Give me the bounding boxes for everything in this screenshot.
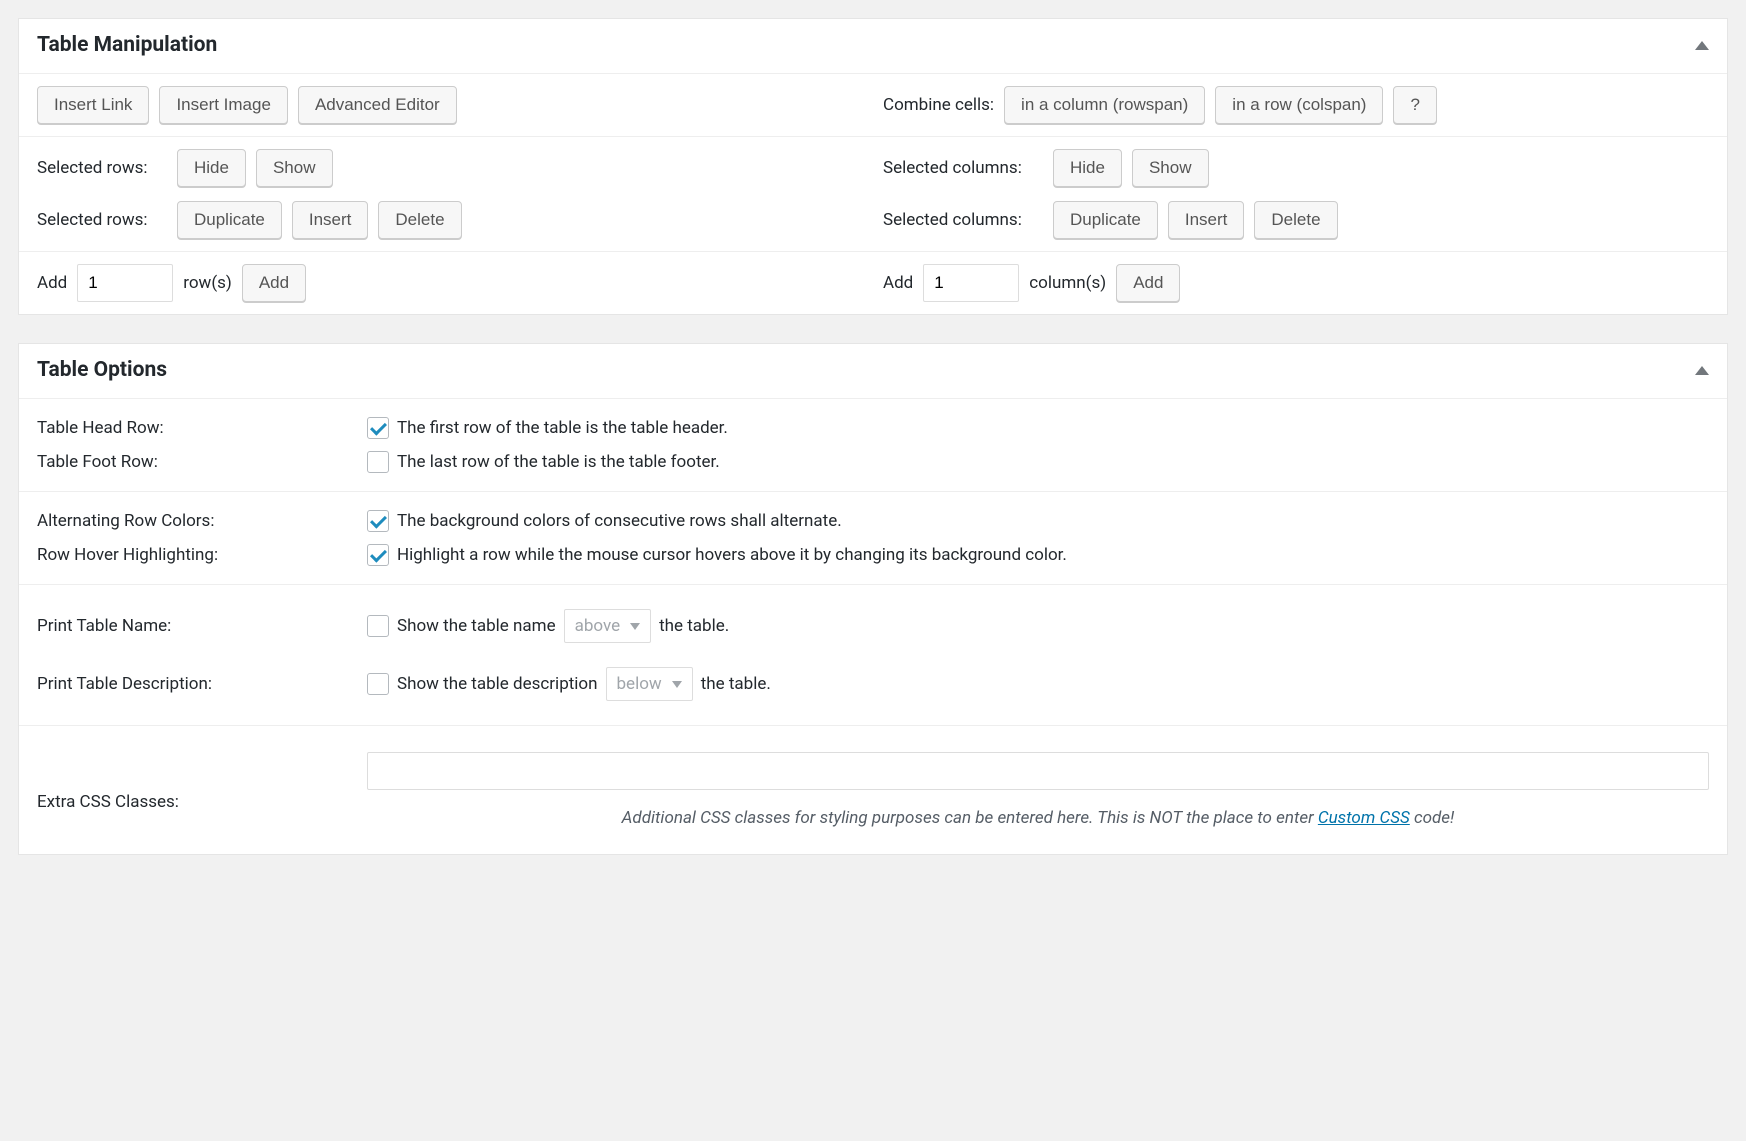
- rows-hide-button[interactable]: Hide: [177, 149, 246, 187]
- row-hover-highlighting-desc: Highlight a row while the mouse cursor h…: [397, 545, 1067, 565]
- print-table-name-select[interactable]: above: [564, 609, 652, 643]
- extra-css-note-post: code!: [1410, 808, 1455, 828]
- rows-insert-button[interactable]: Insert: [292, 201, 369, 239]
- print-table-description-label: Print Table Description:: [37, 674, 367, 694]
- add-columns-input[interactable]: [923, 264, 1019, 302]
- row-hover-highlighting-checkbox[interactable]: [367, 544, 389, 566]
- rows-delete-button[interactable]: Delete: [378, 201, 461, 239]
- table-options-panel: Table Options Table Head Row: The first …: [18, 343, 1728, 855]
- alternating-row-colors-checkbox[interactable]: [367, 510, 389, 532]
- insert-link-button[interactable]: Insert Link: [37, 86, 149, 124]
- table-manipulation-title: Table Manipulation: [37, 33, 217, 57]
- add-columns-button[interactable]: Add: [1116, 264, 1180, 302]
- selected-columns-actions-label: Selected columns:: [883, 210, 1043, 230]
- table-head-row-desc: The first row of the table is the table …: [397, 418, 728, 438]
- extra-css-classes-input[interactable]: [367, 752, 1709, 790]
- print-table-name-label: Print Table Name:: [37, 616, 367, 636]
- print-table-description-select[interactable]: below: [606, 667, 693, 701]
- insert-image-button[interactable]: Insert Image: [159, 86, 288, 124]
- alternating-row-colors-desc: The background colors of consecutive row…: [397, 511, 842, 531]
- chevron-down-icon: [672, 681, 682, 688]
- table-foot-row-label: Table Foot Row:: [37, 452, 367, 472]
- extra-css-note-pre: Additional CSS classes for styling purpo…: [622, 808, 1318, 828]
- selected-rows-visibility-label: Selected rows:: [37, 158, 167, 178]
- columns-hide-button[interactable]: Hide: [1053, 149, 1122, 187]
- selected-rows-actions-label: Selected rows:: [37, 210, 167, 230]
- print-table-description-select-value: below: [617, 674, 662, 694]
- rows-show-button[interactable]: Show: [256, 149, 333, 187]
- print-table-name-checkbox[interactable]: [367, 615, 389, 637]
- alternating-row-colors-label: Alternating Row Colors:: [37, 511, 367, 531]
- columns-suffix-label: column(s): [1029, 273, 1106, 293]
- columns-delete-button[interactable]: Delete: [1254, 201, 1337, 239]
- combine-help-button[interactable]: ?: [1393, 86, 1436, 124]
- collapse-icon: [1695, 41, 1709, 50]
- print-table-name-post: the table.: [659, 616, 729, 636]
- combine-cells-label: Combine cells:: [883, 95, 994, 115]
- table-manipulation-panel: Table Manipulation Insert Link Insert Im…: [18, 18, 1728, 315]
- add-columns-label: Add: [883, 273, 913, 293]
- table-options-header[interactable]: Table Options: [19, 344, 1727, 399]
- chevron-down-icon: [630, 623, 640, 630]
- table-manipulation-header[interactable]: Table Manipulation: [19, 19, 1727, 74]
- selected-columns-visibility-label: Selected columns:: [883, 158, 1043, 178]
- table-head-row-checkbox[interactable]: [367, 417, 389, 439]
- extra-css-classes-note: Additional CSS classes for styling purpo…: [622, 808, 1455, 828]
- columns-duplicate-button[interactable]: Duplicate: [1053, 201, 1158, 239]
- rows-duplicate-button[interactable]: Duplicate: [177, 201, 282, 239]
- table-foot-row-desc: The last row of the table is the table f…: [397, 452, 720, 472]
- add-rows-input[interactable]: [77, 264, 173, 302]
- table-options-title: Table Options: [37, 358, 167, 382]
- print-table-description-pre: Show the table description: [397, 674, 598, 694]
- rows-suffix-label: row(s): [183, 273, 232, 293]
- row-hover-highlighting-label: Row Hover Highlighting:: [37, 545, 367, 565]
- columns-insert-button[interactable]: Insert: [1168, 201, 1245, 239]
- table-foot-row-checkbox[interactable]: [367, 451, 389, 473]
- columns-show-button[interactable]: Show: [1132, 149, 1209, 187]
- print-table-description-checkbox[interactable]: [367, 673, 389, 695]
- advanced-editor-button[interactable]: Advanced Editor: [298, 86, 457, 124]
- print-table-name-select-value: above: [575, 616, 621, 636]
- custom-css-link[interactable]: Custom CSS: [1318, 808, 1410, 828]
- collapse-icon: [1695, 366, 1709, 375]
- combine-colspan-button[interactable]: in a row (colspan): [1215, 86, 1383, 124]
- print-table-name-pre: Show the table name: [397, 616, 556, 636]
- extra-css-classes-label: Extra CSS Classes:: [37, 752, 367, 812]
- add-rows-button[interactable]: Add: [242, 264, 306, 302]
- add-rows-label: Add: [37, 273, 67, 293]
- print-table-description-post: the table.: [701, 674, 771, 694]
- table-head-row-label: Table Head Row:: [37, 418, 367, 438]
- combine-rowspan-button[interactable]: in a column (rowspan): [1004, 86, 1205, 124]
